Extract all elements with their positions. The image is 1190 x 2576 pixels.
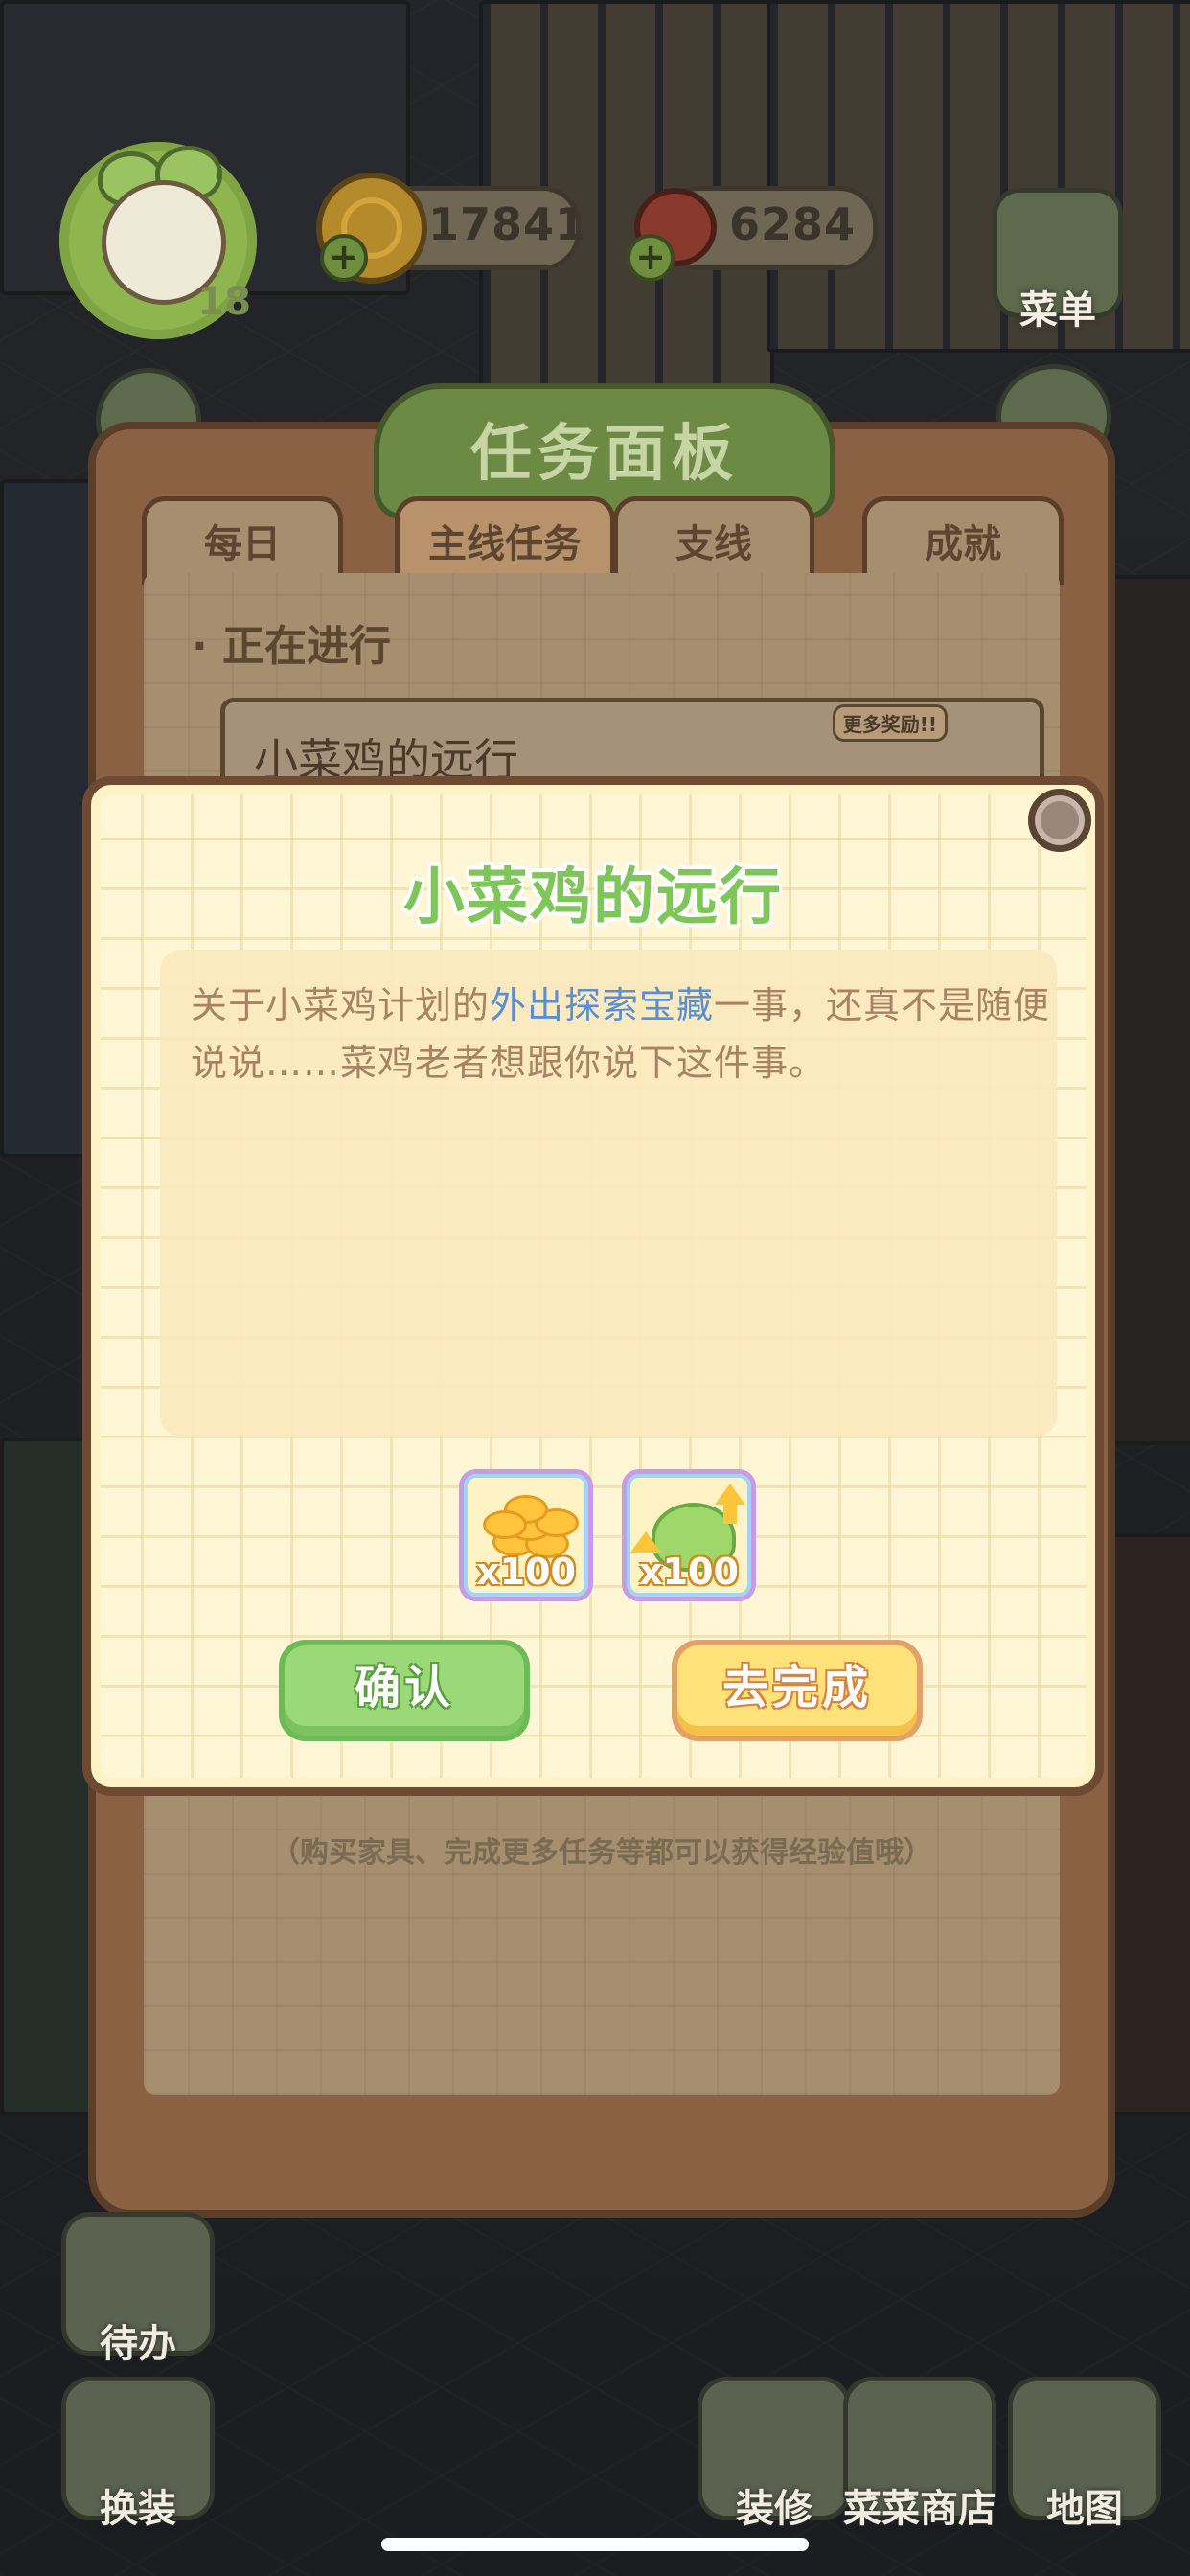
tab-achievements-label: 成就 (925, 522, 1001, 566)
todo-label: 待办 (100, 2322, 176, 2366)
menu-label: 菜单 (1019, 288, 1096, 333)
add-coins-button[interactable]: + (320, 234, 368, 282)
tab-achievements[interactable]: 成就 (862, 496, 1064, 585)
map-label: 地图 (1046, 2487, 1123, 2531)
coin-value: 17841 (428, 198, 587, 250)
dialog-title: 小菜鸡的远行 (403, 862, 783, 933)
dressup-label: 换装 (100, 2487, 176, 2531)
confirm-button[interactable]: 确认 (279, 1640, 530, 1741)
reward-count: x100 (476, 1551, 576, 1593)
panel-title: 任务面板 (470, 419, 739, 490)
decorate-button[interactable]: 装修 (698, 2377, 851, 2531)
reward-item-vegetable[interactable]: x100 (622, 1469, 756, 1601)
tab-side-quest-label: 支线 (675, 522, 752, 566)
panel-hint: （购买家具、完成更多任务等都可以获得经验值哦） (271, 1836, 932, 1870)
go-complete-button[interactable]: 去完成 (672, 1640, 923, 1741)
arrow-up-icon (630, 1531, 661, 1552)
desc-text: 关于小菜鸡计划的 (191, 984, 491, 1026)
player-avatar[interactable]: 18 (59, 142, 257, 339)
quest-dialog: 小菜鸡的远行 关于小菜鸡计划的外出探索宝藏一事，还真不是随便说说……菜鸡老者想跟… (82, 776, 1104, 1796)
home-indicator[interactable] (381, 2538, 809, 2551)
todo-button[interactable]: 待办 (61, 2212, 215, 2366)
tab-main-quest-label: 主线任务 (428, 522, 582, 566)
arrow-up-icon (723, 1505, 737, 1524)
desc-highlight: 外出探索宝藏 (490, 984, 715, 1026)
add-meat-button[interactable]: + (627, 234, 675, 282)
reward-count: x100 (639, 1551, 739, 1593)
shop-label: 菜菜商店 (843, 2487, 996, 2531)
menu-button[interactable]: 菜单 (993, 188, 1123, 333)
dialog-description: 关于小菜鸡计划的外出探索宝藏一事，还真不是随便说说……菜鸡老者想跟你说下这件事。 (191, 977, 1053, 1092)
in-progress-label: · 正在进行 (192, 622, 392, 671)
map-button[interactable]: 地图 (1008, 2377, 1161, 2531)
more-rewards-badge: 更多奖励!! (832, 704, 948, 742)
meat-value: 6284 (729, 198, 857, 250)
arrow-up-icon (715, 1484, 745, 1505)
tab-side-quest[interactable]: 支线 (613, 496, 814, 585)
shop-button[interactable]: 菜菜商店 (843, 2377, 996, 2531)
close-button[interactable] (1028, 789, 1091, 852)
player-level: 18 (197, 280, 251, 324)
tab-main-quest[interactable]: 主线任务 (395, 496, 615, 585)
dressup-button[interactable]: 换装 (61, 2377, 215, 2531)
reward-item-coins[interactable]: x100 (459, 1469, 593, 1601)
tab-daily-label: 每日 (204, 522, 281, 566)
tab-daily[interactable]: 每日 (142, 496, 343, 585)
